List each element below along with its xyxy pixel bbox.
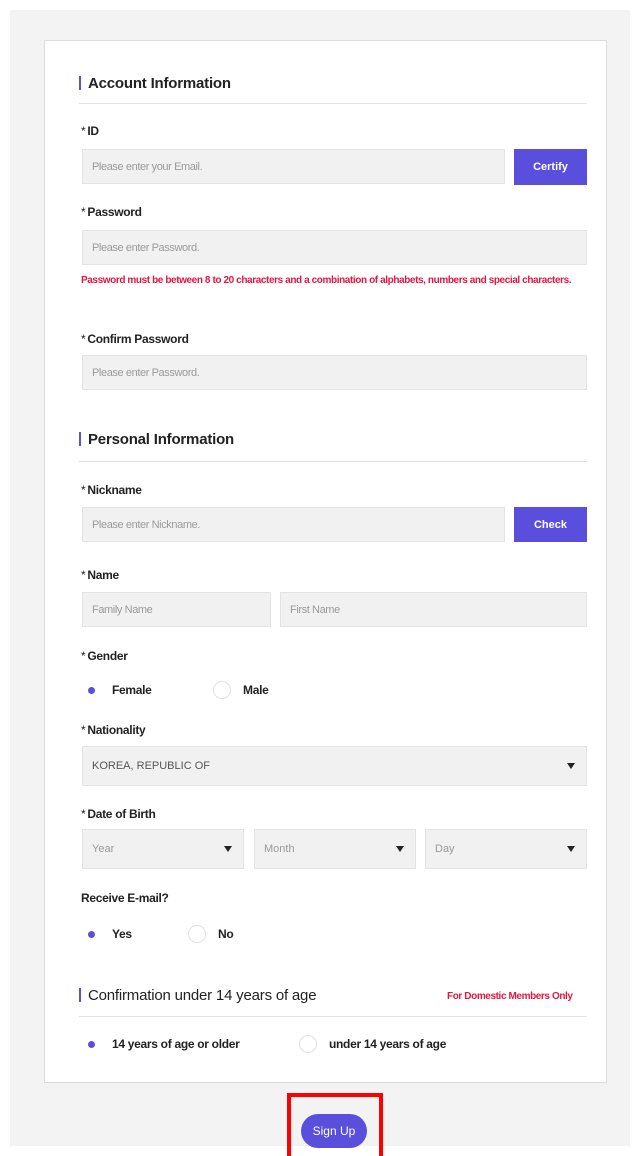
- id-label: * ID: [81, 124, 99, 138]
- account-section-title: Account Information: [79, 75, 231, 92]
- radio-empty-icon: [213, 681, 231, 699]
- check-nickname-button[interactable]: Check: [514, 507, 587, 542]
- age-14-or-older-radio[interactable]: 14 years of age or older: [82, 1035, 240, 1053]
- section-bar: [79, 432, 81, 446]
- personal-section-title: Personal Information: [79, 431, 234, 448]
- nickname-label: * Nickname: [81, 483, 142, 497]
- receive-email-no-radio[interactable]: No: [188, 925, 234, 943]
- section-bar: [79, 76, 81, 90]
- section-divider: [79, 461, 587, 462]
- dropdown-caret-icon: [396, 846, 404, 852]
- nationality-label: * Nationality: [81, 723, 146, 737]
- birth-day-select[interactable]: Day: [425, 829, 587, 869]
- section-bar: [79, 988, 81, 1002]
- nickname-input[interactable]: Please enter Nickname.: [82, 507, 505, 542]
- receive-email-label: Receive E-mail?: [81, 891, 169, 905]
- password-label: * Password: [81, 205, 142, 219]
- section-divider: [79, 103, 587, 104]
- receive-email-yes-radio[interactable]: Yes: [82, 925, 132, 943]
- confirm-password-label: * Confirm Password: [81, 332, 189, 346]
- radio-empty-icon: [299, 1035, 317, 1053]
- family-name-input[interactable]: Family Name: [82, 592, 271, 627]
- dropdown-caret-icon: [567, 846, 575, 852]
- section-divider: [79, 1016, 587, 1017]
- domestic-members-note: For Domestic Members Only: [447, 991, 573, 1002]
- birth-month-select[interactable]: Month: [254, 829, 416, 869]
- nationality-select[interactable]: KOREA, REPUBLIC OF: [82, 746, 587, 786]
- radio-selected-icon: [82, 681, 100, 699]
- age-under-14-radio[interactable]: under 14 years of age: [299, 1035, 446, 1053]
- age-section-title: Confirmation under 14 years of age: [79, 987, 317, 1004]
- first-name-input[interactable]: First Name: [280, 592, 587, 627]
- gender-label: * Gender: [81, 649, 128, 663]
- birth-year-select[interactable]: Year: [82, 829, 244, 869]
- gender-male-radio[interactable]: Male: [213, 681, 269, 699]
- radio-selected-icon: [82, 925, 100, 943]
- name-label: * Name: [81, 568, 119, 582]
- dropdown-caret-icon: [224, 846, 232, 852]
- dropdown-caret-icon: [567, 763, 575, 769]
- gender-female-radio[interactable]: Female: [82, 681, 152, 699]
- password-rule-error: Password must be between 8 to 20 charact…: [81, 275, 572, 286]
- radio-empty-icon: [188, 925, 206, 943]
- password-input[interactable]: Please enter Password.: [82, 230, 587, 265]
- sign-up-button[interactable]: Sign Up: [301, 1114, 367, 1148]
- confirm-password-input[interactable]: Please enter Password.: [82, 355, 587, 390]
- radio-selected-icon: [82, 1035, 100, 1053]
- id-email-input[interactable]: Please enter your Email.: [82, 149, 505, 184]
- date-of-birth-label: * Date of Birth: [81, 807, 156, 821]
- signup-form: Account Information * ID Please enter you…: [44, 40, 607, 1083]
- certify-button[interactable]: Certify: [514, 149, 587, 185]
